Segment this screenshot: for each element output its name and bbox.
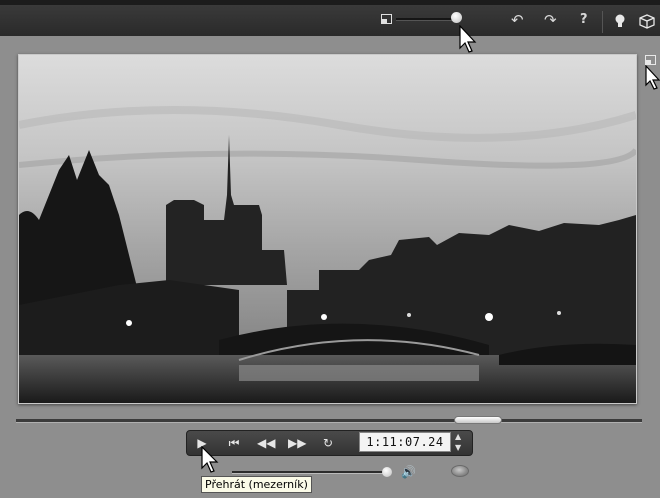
preview-size-icon[interactable]	[381, 14, 392, 24]
toolbar-separator	[602, 11, 603, 33]
speaker-icon[interactable]: 🔊	[401, 465, 416, 479]
scrubber-handle[interactable]	[454, 416, 502, 424]
box-icon[interactable]	[638, 13, 656, 29]
zoom-slider-knob[interactable]	[451, 12, 462, 23]
step-forward-icon[interactable]: ▶▶	[288, 435, 306, 451]
redo-icon[interactable]: ↷	[544, 13, 557, 28]
undo-icon[interactable]: ↶	[511, 13, 524, 28]
loop-icon[interactable]: ↻	[319, 435, 337, 451]
timeline-scrubber[interactable]	[16, 419, 642, 423]
mouse-cursor-icon	[645, 65, 660, 90]
timecode-down-icon[interactable]: ▼	[455, 444, 461, 452]
play-tooltip: Přehrát (mezerník)	[201, 476, 312, 493]
volume-knob[interactable]	[382, 467, 392, 477]
mouse-cursor-icon	[459, 25, 477, 53]
mouse-cursor-icon	[201, 446, 219, 473]
timecode-up-icon[interactable]: ▲	[455, 433, 461, 441]
go-to-start-icon[interactable]: ⏮	[225, 435, 243, 451]
fullscreen-icon[interactable]	[645, 55, 656, 65]
video-preview[interactable]	[18, 54, 637, 404]
lightbulb-icon[interactable]	[614, 13, 626, 29]
timecode-display[interactable]: 1:11:07.24	[359, 432, 451, 452]
help-icon[interactable]: ?	[580, 13, 588, 27]
disc-icon[interactable]	[451, 465, 469, 477]
zoom-slider-track[interactable]	[396, 18, 458, 21]
volume-slider[interactable]	[232, 471, 388, 474]
top-toolbar: ↶ ↷ ?	[0, 0, 660, 53]
step-back-icon[interactable]: ◀◀	[257, 435, 275, 451]
